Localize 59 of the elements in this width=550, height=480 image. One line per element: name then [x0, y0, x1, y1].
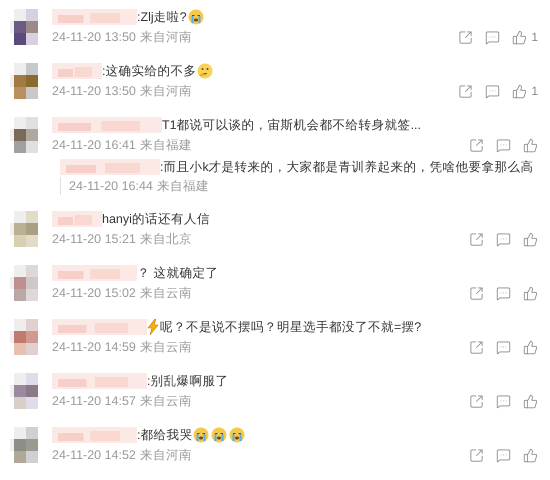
crying-face-icon: [229, 427, 246, 443]
like-button[interactable]: [523, 138, 538, 152]
comment-button[interactable]: [496, 286, 511, 300]
like-button[interactable]: [523, 394, 538, 408]
comment-button[interactable]: [496, 138, 511, 152]
comment-location: 来自云南: [140, 285, 192, 302]
comment-time: 24-11-20 15:02: [52, 285, 136, 302]
like-button[interactable]: 1: [512, 82, 538, 100]
thinking-face-icon: [197, 63, 214, 79]
comment-time: 24-11-20 15:21: [52, 231, 136, 248]
comment-text: T1都说可以谈的，宙斯机会都不给转身就签...: [162, 117, 422, 134]
comment-location: 来自福建: [140, 137, 192, 154]
comment-time: 24-11-20 16:44: [69, 178, 153, 195]
comment-button[interactable]: [485, 84, 500, 98]
comment-text: 呢？不是说不摆吗？明星选手都没了不就=摆?: [160, 319, 422, 336]
comment-location: 来自河南: [140, 83, 192, 100]
comment-text: :都给我哭: [137, 427, 192, 444]
blurred-name-drawing: [52, 211, 102, 227]
comment-location: 来自北京: [140, 231, 192, 248]
comment-button[interactable]: [496, 394, 511, 408]
comment-text: hanyi的话还有人信: [102, 211, 210, 228]
share-button[interactable]: [469, 394, 484, 408]
share-button[interactable]: [458, 84, 474, 98]
comment-text: :别乱爆啊服了: [147, 373, 228, 390]
comment-time: 24-11-20 13:50: [52, 29, 136, 46]
comment-location: 来自河南: [140, 29, 192, 46]
share-button[interactable]: [469, 340, 484, 354]
like-button[interactable]: [523, 286, 538, 300]
comment-time: 24-11-20 14:57: [52, 393, 136, 410]
lightning-icon: [147, 319, 159, 335]
share-button[interactable]: [469, 286, 484, 300]
comment-button[interactable]: [496, 340, 511, 354]
crying-face-icon: [211, 427, 228, 443]
comment-text: :这确实给的不多: [102, 63, 196, 80]
blurred-name-drawing: [52, 63, 102, 79]
crying-face-icon: [193, 427, 210, 443]
comment-text: :而且小k才是转来的，大家都是青训养起来的，凭啥他要拿那么高: [160, 159, 534, 176]
comment-time: 24-11-20 16:41: [52, 137, 136, 154]
like-button[interactable]: [523, 232, 538, 246]
comment-button[interactable]: [496, 232, 511, 246]
comment-button[interactable]: [496, 448, 511, 462]
comment-button[interactable]: [485, 30, 500, 44]
like-button[interactable]: [523, 448, 538, 462]
comment-time: 24-11-20 14:59: [52, 339, 136, 356]
share-button[interactable]: [469, 448, 484, 462]
share-button[interactable]: [469, 138, 484, 152]
like-button[interactable]: 1: [512, 28, 538, 46]
comment-location: 来自云南: [140, 393, 192, 410]
comment-location: 来自福建: [156, 178, 209, 195]
crying-face-icon: [188, 9, 204, 25]
like-button[interactable]: [523, 340, 538, 354]
share-button[interactable]: [469, 232, 484, 246]
comment-text: :Zlj走啦?: [137, 9, 187, 26]
comment-location: 来自云南: [140, 339, 192, 356]
comment-location: 来自河南: [140, 447, 192, 464]
comment-time: 24-11-20 14:52: [52, 447, 136, 464]
share-button[interactable]: [458, 30, 474, 44]
comment-time: 24-11-20 13:50: [52, 83, 136, 100]
comment-text: ？ 这就确定了: [137, 265, 218, 282]
